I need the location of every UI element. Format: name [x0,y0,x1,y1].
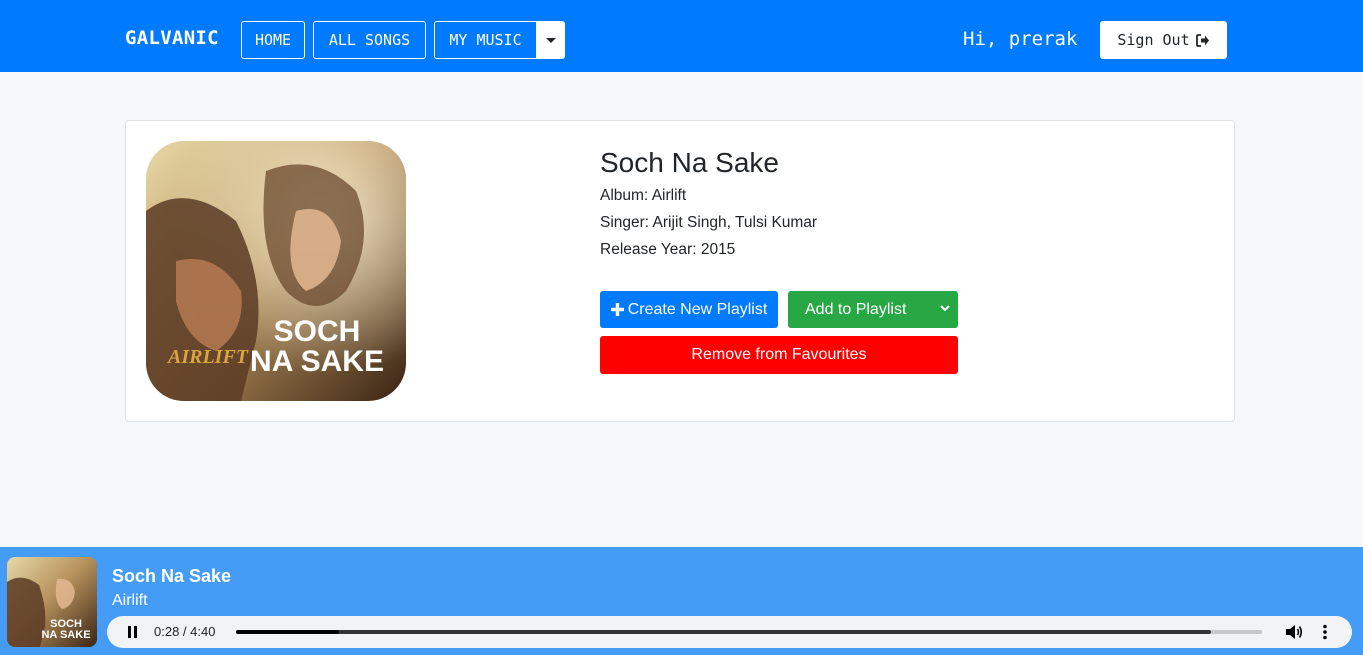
my-music-dropdown-toggle[interactable] [536,21,565,59]
cover-title-line1: SOCH [274,315,361,348]
song-title: Soch Na Sake [600,147,779,178]
playback-time: 0:28 / 4:40 [154,624,216,639]
create-playlist-label: Create New Playlist [627,300,768,318]
song-singer: Singer: Arijit Singh, Tulsi Kumar [600,214,818,231]
brand-logo[interactable]: GALVANIC [125,27,219,49]
caret-down-icon [545,37,556,43]
seek-bar-progress [236,630,339,634]
remove-favourites-button[interactable]: Remove from Favourites [600,336,958,374]
sign-out-label: Sign Out [1117,31,1190,49]
pause-icon[interactable] [127,626,139,638]
cover-title-line2: NA SAKE [250,345,384,378]
nav-all-songs-button[interactable]: ALL SONGS [313,21,426,59]
nav-my-music-button[interactable]: MY MUSIC [434,21,537,59]
song-release-year: Release Year: 2015 [600,241,736,258]
thumb-title-line2: NA SAKE [41,629,90,641]
user-greeting: Hi, prerak [963,28,1078,50]
more-vertical-icon[interactable] [1322,624,1328,640]
song-detail-card: SOCH NA SAKE AIRLIFT Soch Na Sake Album:… [125,120,1235,422]
chevron-down-icon [940,305,950,312]
seek-bar[interactable] [236,630,1262,634]
player-song-title: Soch Na Sake [112,566,232,586]
album-cover: SOCH NA SAKE AIRLIFT [146,141,406,401]
player-bar: SOCH NA SAKE Soch Na Sake Airlift 0:28 /… [0,547,1363,655]
player-album: Airlift [112,592,148,609]
song-album: Album: Airlift [600,187,687,204]
plus-icon [610,303,624,316]
navbar: GALVANIC HOME ALL SONGS MY MUSIC Hi, pre… [0,0,1363,72]
sign-out-icon [1195,33,1209,47]
volume-icon[interactable] [1285,624,1303,640]
cover-movie-logo: AIRLIFT [166,346,249,368]
add-to-playlist-label: Add to Playlist [805,300,907,318]
audio-controls: 0:28 / 4:40 [107,616,1352,648]
sign-out-button[interactable]: Sign Out [1100,21,1227,59]
player-thumbnail: SOCH NA SAKE [7,557,97,647]
create-playlist-button[interactable]: Create New Playlist [600,291,778,328]
add-to-playlist-select[interactable]: Add to Playlist [788,291,958,328]
seek-bar-buffered [236,630,1211,634]
nav-home-button[interactable]: HOME [241,21,305,59]
